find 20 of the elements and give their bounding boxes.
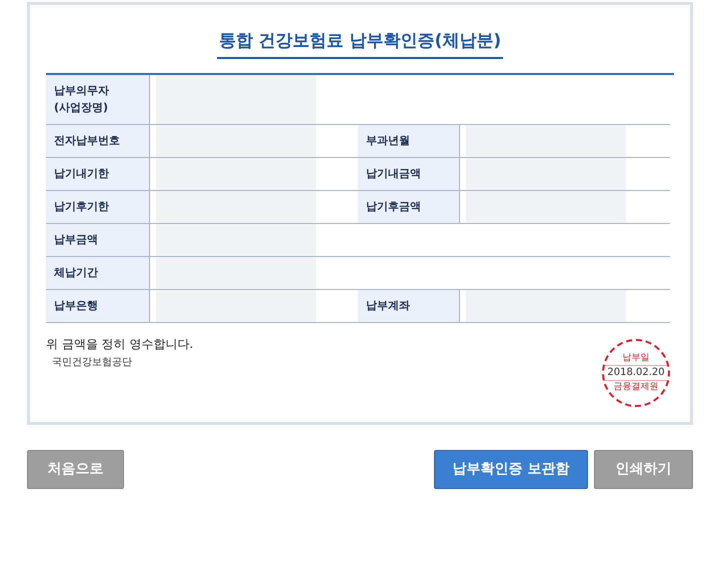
field-label: 납부계좌 — [366, 298, 410, 314]
field-label: 납기후기한 — [54, 199, 109, 215]
archive-button[interactable]: 납부확인증 보관함 — [434, 450, 588, 489]
issuer-name: 국민건강보험공단 — [52, 356, 132, 370]
field-label: 부과년월 — [366, 133, 410, 149]
receipt-statement: 위 금액을 정히 영수합니다. — [46, 336, 194, 352]
field-label: 납부의무자 (사업장명) — [54, 83, 109, 116]
print-button[interactable]: 인쇄하기 — [594, 450, 693, 489]
field-label: 납기내기한 — [54, 166, 109, 182]
field-label: 체납기간 — [54, 265, 98, 281]
stamp-label: 납부일 — [622, 352, 650, 365]
field-label: 납기내금액 — [366, 166, 421, 182]
field-label: 전자납부번호 — [54, 133, 120, 149]
field-label: 납부은행 — [54, 298, 98, 314]
field-label: 납부금액 — [54, 232, 98, 248]
certificate-title: 통합 건강보험료 납부확인증(체납분) — [216, 29, 504, 58]
home-button[interactable]: 처음으로 — [27, 450, 124, 489]
stamp-label: 금융결제원 — [614, 381, 658, 394]
field-label: 납기후금액 — [366, 199, 421, 215]
stamp-date: 2018.02.20 — [604, 365, 668, 381]
